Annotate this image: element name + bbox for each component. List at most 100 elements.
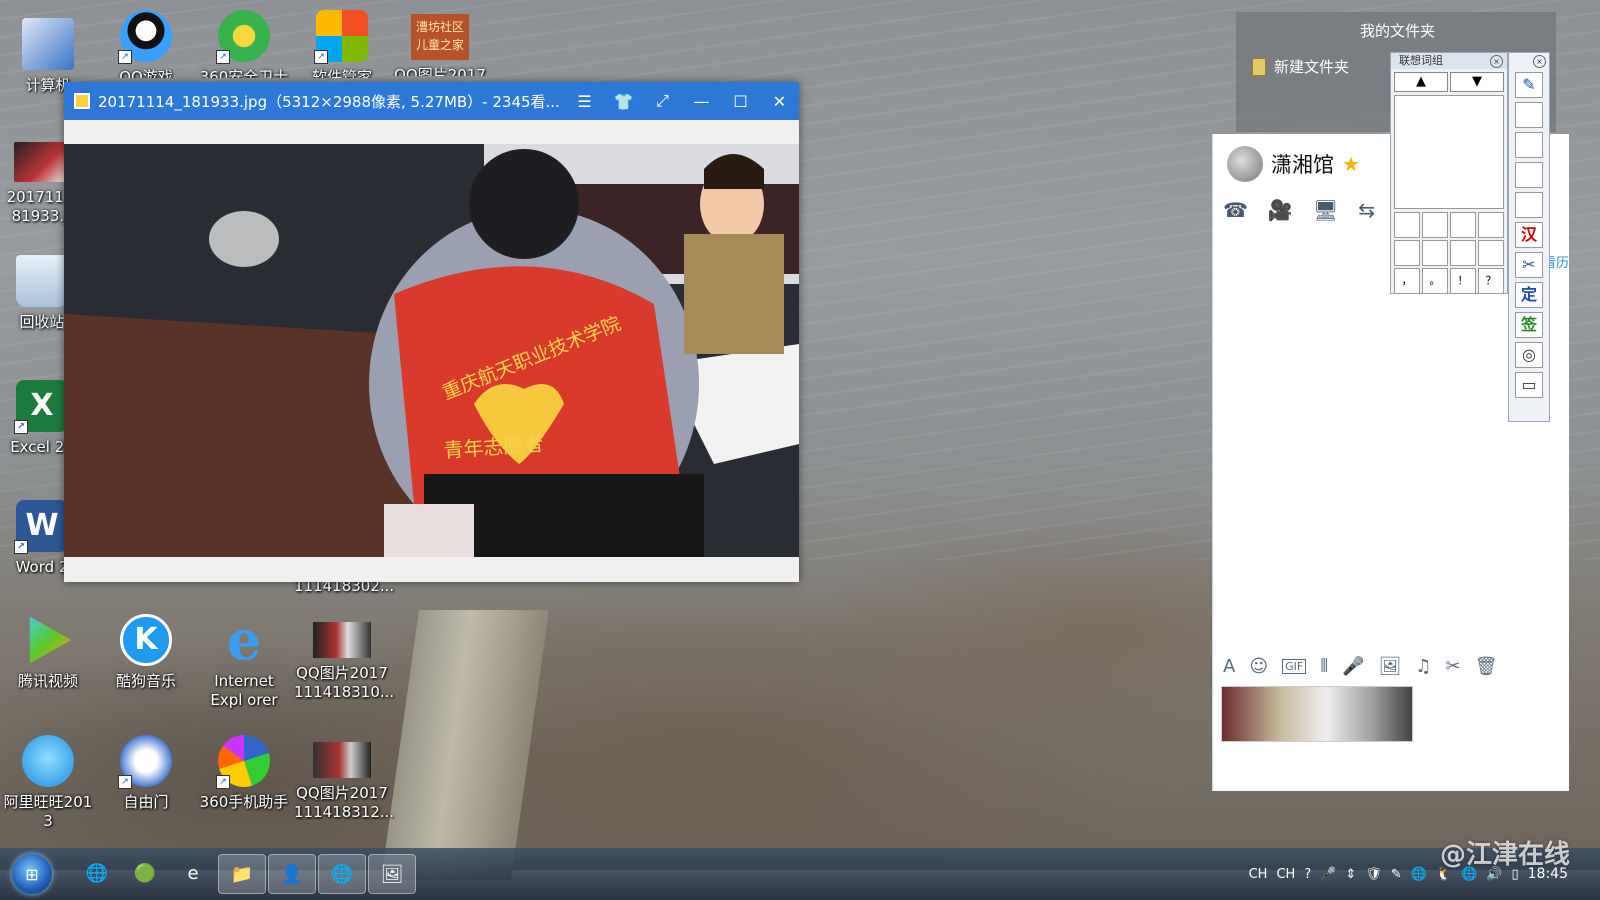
window-icon[interactable]: ▭	[1515, 372, 1543, 398]
shake-icon[interactable]: ⦀	[1320, 656, 1328, 677]
video-call-icon[interactable]: 🎥	[1268, 198, 1293, 222]
page-down-button[interactable]: ▼	[1450, 72, 1504, 92]
ime-indicator[interactable]: CH	[1276, 867, 1295, 882]
handwriting-pen-icon[interactable]: ✎	[1515, 72, 1543, 98]
close-button[interactable]: ✕	[760, 82, 799, 120]
desktop-icon-tencent-video[interactable]: 腾讯视频	[0, 614, 96, 691]
taskbar-apps: 🌐 🟢 e 📁 👤 🌐 🖼	[74, 854, 416, 894]
desktop-icon-label: 酷狗音乐	[115, 672, 176, 690]
chrome-task-icon[interactable]: 🌐	[318, 854, 366, 894]
desktop-icon-aliwangwang[interactable]: 阿里旺旺201 3	[0, 735, 96, 831]
voice-icon[interactable]: 🎤	[1342, 656, 1364, 677]
desktop-icon-label: 阿里旺旺201 3	[3, 793, 93, 830]
ime-tool-button[interactable]	[1515, 192, 1543, 218]
shield-icon[interactable]: 🛡	[1365, 867, 1382, 882]
excel-icon: X ↗	[14, 380, 68, 434]
360-browser-task-icon[interactable]: 🟢	[122, 854, 168, 892]
start-button[interactable]: ⊞	[12, 854, 52, 894]
file-transfer-icon[interactable]: ⇆	[1358, 198, 1375, 222]
ime-key[interactable]	[1450, 240, 1476, 266]
help-icon[interactable]: ?	[1304, 867, 1311, 882]
ime-tool-button[interactable]	[1515, 162, 1543, 188]
ime-tool-button[interactable]	[1515, 102, 1543, 128]
ime-tool-button[interactable]	[1515, 132, 1543, 158]
ime-key-comma[interactable]: ，	[1394, 268, 1420, 294]
ime-candidate-area[interactable]	[1394, 95, 1504, 209]
chat-input-toolbar: A ☺ GIF ⦀ 🎤 🖼 ♫ ✂ 🗑	[1223, 656, 1498, 677]
ime-key[interactable]	[1394, 240, 1420, 266]
ime-key[interactable]	[1478, 240, 1504, 266]
font-icon[interactable]: A	[1223, 656, 1235, 677]
qq-chat-task-icon[interactable]: 👤	[268, 854, 316, 894]
desktop-icon-label: 自由门	[123, 793, 169, 811]
word-icon: W ↗	[14, 500, 68, 554]
screen-share-icon[interactable]: 🖥	[1313, 198, 1338, 222]
viewer-toolbar	[64, 120, 799, 144]
ime-key-grid: ， 。 ！ ？	[1394, 212, 1504, 294]
desktop-icon-kugou[interactable]: K 酷狗音乐	[98, 614, 194, 691]
eye-icon[interactable]: ◎	[1515, 342, 1543, 368]
minimize-button[interactable]: —	[682, 82, 721, 120]
phone-icon[interactable]: ☎	[1223, 198, 1248, 222]
trash-icon[interactable]: 🗑	[1475, 656, 1498, 677]
maximize-button[interactable]: ☐	[721, 82, 760, 120]
screenshot-icon[interactable]: ✂	[1446, 656, 1461, 677]
scissors-icon[interactable]: ✂	[1515, 252, 1543, 278]
ime-key[interactable]	[1422, 240, 1448, 266]
ime-key[interactable]	[1450, 212, 1476, 238]
ime-key-question[interactable]: ？	[1478, 268, 1504, 294]
ime-key-exclamation[interactable]: ！	[1450, 268, 1476, 294]
music-icon[interactable]: ♫	[1415, 656, 1431, 677]
contact-name[interactable]: 潇湘馆	[1271, 149, 1334, 179]
desktop-icon-label: 腾讯视频	[17, 672, 78, 690]
page-up-button[interactable]: ▲	[1394, 72, 1448, 92]
ime-key[interactable]	[1422, 212, 1448, 238]
desktop-icon-360-mobile[interactable]: ↗ 360手机助手	[196, 735, 292, 812]
desktop-icon-label: 360手机助手	[199, 793, 289, 811]
ie-task-icon[interactable]: e	[170, 854, 216, 892]
viewer-app-icon	[74, 93, 90, 109]
desktop-icon-internet-explorer[interactable]: e Internet Expl orer	[196, 613, 292, 710]
desktop-icon-label: 360安全卫士	[199, 68, 289, 78]
image-viewer-task-icon[interactable]: 🖼	[368, 854, 416, 894]
browser-tray-icon[interactable]: 🌐	[1411, 867, 1427, 882]
skin-button[interactable]: 👕	[604, 82, 643, 120]
signature-icon[interactable]: 签	[1515, 312, 1543, 338]
emoji-icon[interactable]: ☺	[1249, 656, 1268, 677]
desktop-icon-freegate[interactable]: ↗ 自由门	[98, 735, 194, 812]
pen-icon[interactable]: ✎	[1391, 867, 1402, 882]
desktop-icon-community-image[interactable]: 漕坊社区 儿童之家 QQ图片2017	[392, 14, 488, 76]
browser-task-icon[interactable]: 🌐	[74, 854, 120, 892]
new-folder-item[interactable]: 新建文件夹	[1252, 56, 1349, 77]
desktop-icon-software-manager[interactable]: ↗ 软件管家	[294, 10, 390, 78]
chat-call-toolbar: ☎ 🎥 🖥 ⇆	[1223, 198, 1375, 222]
language-indicator[interactable]: CH	[1249, 867, 1268, 882]
close-icon[interactable]: ×	[1533, 55, 1546, 68]
viewer-titlebar[interactable]: 20171114_181933.jpg（5312×2988像素, 5.27MB）…	[64, 82, 799, 120]
image-icon[interactable]: 🖼	[1379, 656, 1402, 677]
image-file-icon	[313, 742, 371, 778]
gif-icon[interactable]: GIF	[1282, 659, 1307, 674]
ime-key[interactable]	[1478, 212, 1504, 238]
ime-key-period[interactable]: 。	[1422, 268, 1448, 294]
concrete-slab	[381, 610, 549, 880]
desktop-icon-qq-image-3[interactable]: QQ图片2017 111418312...	[294, 742, 395, 822]
close-icon[interactable]: ×	[1490, 55, 1503, 68]
microphone-icon[interactable]: 🎤	[1320, 867, 1336, 882]
explorer-task-icon[interactable]: 📁	[218, 854, 266, 894]
network-activity-icon[interactable]: ⇕	[1345, 867, 1356, 882]
ime-key[interactable]	[1394, 212, 1420, 238]
kugou-music-icon: K	[120, 614, 172, 666]
fullscreen-button[interactable]: ⤢	[643, 82, 682, 120]
menu-button[interactable]: ☰	[565, 82, 604, 120]
desktop-icon-qq-image-2[interactable]: QQ图片2017 111418310...	[294, 622, 394, 702]
confirm-icon[interactable]: 定	[1515, 282, 1543, 308]
avatar[interactable]	[1227, 146, 1263, 182]
desktop-icon-360-safe[interactable]: ↗ 360安全卫士	[196, 10, 292, 78]
ime-association-panel: 联想词组 × ▲ ▼ ， 。 ！ ？	[1390, 52, 1508, 294]
chinese-mode-icon[interactable]: 汉	[1515, 222, 1543, 248]
desktop-icon-qq-game[interactable]: ↗ QQ游戏	[98, 10, 194, 78]
viewer-title: 20171114_181933.jpg（5312×2988像素, 5.27MB）…	[98, 92, 560, 111]
desktop-icon-label: QQ图片2017 111418312...	[294, 784, 395, 821]
pasted-image-thumbnail[interactable]	[1221, 686, 1413, 742]
